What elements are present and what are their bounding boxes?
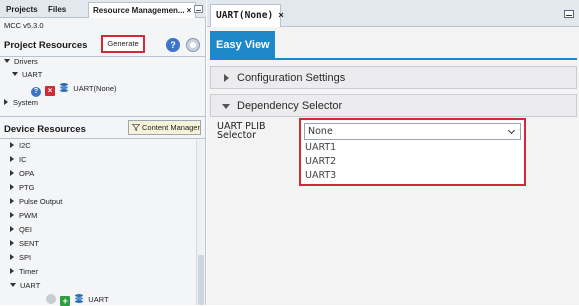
mcc-version: MCC v5.3.0 [4,21,44,30]
device-item-spi[interactable]: SPI [10,253,31,263]
settings-icon[interactable] [186,38,200,52]
device-item-pwm[interactable]: PWM [10,211,37,221]
tab-resource-management-label: Resource Managemen... [93,6,185,15]
expand-down-icon[interactable] [10,283,16,287]
device-item-label: Timer [19,267,38,276]
library-stack-icon [74,294,84,304]
device-item-label: SENT [19,239,40,248]
library-stack-icon [59,83,69,93]
tab-close-icon[interactable]: × [278,10,284,21]
tab-projects-label: Projects [6,5,38,14]
device-item-label: Pulse Output [19,197,63,206]
device-item-timer[interactable]: Timer [10,267,38,277]
tree-item-uart-none[interactable]: ? × UART(None) [31,83,117,97]
filter-icon [132,124,140,131]
device-item-label: QEI [19,225,32,234]
expand-right-icon[interactable] [10,226,14,232]
chevron-down-icon[interactable] [507,126,516,135]
expand-down-icon[interactable] [12,72,18,76]
expand-right-icon[interactable] [10,142,14,148]
device-item-label: PTG [19,183,35,192]
device-item-i2c[interactable]: I2C [10,141,31,151]
dependency-selector-title: Dependency Selector [237,100,343,112]
tab-uart-none-label: UART(None) [216,10,274,21]
expand-right-icon[interactable] [10,198,14,204]
device-item-label: IC [19,155,27,164]
project-resources-title: Project Resources [4,40,88,51]
easy-view-underline [210,58,577,60]
device-item-uart-child-label: UART [88,295,109,304]
uart-plib-selector-dropdown[interactable]: None UART1 UART2 UART3 [299,118,526,186]
tab-close-icon[interactable]: × [187,6,192,15]
configuration-settings-panel[interactable]: Configuration Settings [210,66,577,89]
tree-item-uart-none-label: UART(None) [73,84,117,93]
content-manager-button[interactable]: Content Manager [128,120,201,135]
tab-files[interactable]: Files [44,2,70,18]
expand-right-icon[interactable] [10,184,14,190]
device-item-pulse-output[interactable]: Pulse Output [10,197,62,207]
content-manager-label: Content Manager [142,123,200,132]
uart-plib-selector-current[interactable]: None [304,123,521,140]
tab-uart-none[interactable]: UART(None) × [210,4,284,27]
right-panel: UART(None) × Easy View Configuration Sett… [207,0,579,305]
tree-item-drivers-label: Drivers [14,57,38,66]
device-item-ic[interactable]: IC [10,155,27,165]
tree-item-uart-label: UART [22,70,43,79]
editor-tab-bar: UART(None) × [207,0,579,27]
expand-right-icon[interactable] [10,254,14,260]
option-uart1[interactable]: UART1 [305,142,336,154]
tab-resource-management[interactable]: Resource Managemen... × [88,2,197,18]
device-item-uart[interactable]: UART [10,281,40,291]
device-item-label: I2C [19,141,31,150]
device-item-opa[interactable]: OPA [10,169,34,179]
scrollbar-thumb[interactable] [198,255,204,305]
divider [0,116,205,117]
tab-projects[interactable]: Projects [2,2,42,18]
device-item-ptg[interactable]: PTG [10,183,34,193]
tab-easy-view[interactable]: Easy View [210,31,275,59]
expand-right-icon[interactable] [10,268,14,274]
device-item-sent[interactable]: SENT [10,239,39,249]
device-item-uart-child[interactable]: + UART [46,294,109,306]
help-icon[interactable]: ? [31,87,41,97]
expand-right-icon[interactable] [10,240,14,246]
configuration-settings-title: Configuration Settings [237,72,346,84]
selected-value: None [308,126,333,137]
tree-item-system-label: System [13,98,39,107]
generate-button[interactable]: Generate [101,35,145,53]
divider [0,138,205,139]
expand-right-icon[interactable] [10,212,14,218]
help-icon[interactable] [46,294,56,304]
remove-icon[interactable]: × [45,86,56,96]
help-icon[interactable]: ? [166,38,180,52]
option-uart2[interactable]: UART2 [305,156,336,168]
left-panel: Projects Files Resource Managemen... × MC… [0,0,206,306]
left-minimize-icon[interactable] [194,5,203,13]
generate-button-label: Generate [107,39,139,48]
expand-right-icon[interactable] [10,170,14,176]
device-item-label: PWM [19,211,38,220]
device-item-label: UART [20,281,41,290]
tree-item-uart[interactable]: UART [12,70,42,80]
expand-down-icon[interactable] [4,59,10,63]
tree-item-drivers[interactable]: Drivers [4,57,38,67]
dependency-selector-panel[interactable]: Dependency Selector [210,94,577,117]
tab-files-label: Files [48,5,67,14]
device-item-qei[interactable]: QEI [10,225,32,235]
device-item-label: SPI [19,253,32,262]
left-tab-bar: Projects Files Resource Managemen... × [0,0,206,18]
expand-right-icon[interactable] [10,156,14,162]
device-resources-title: Device Resources [4,124,86,135]
right-minimize-icon[interactable] [564,10,574,18]
expand-right-icon[interactable] [4,99,8,105]
device-item-label: OPA [19,169,35,178]
tree-item-system[interactable]: System [4,98,38,108]
option-uart3[interactable]: UART3 [305,170,336,182]
uart-plib-selector-label-line2: Selector [217,130,257,141]
device-resources-scrollbar[interactable] [196,140,204,305]
